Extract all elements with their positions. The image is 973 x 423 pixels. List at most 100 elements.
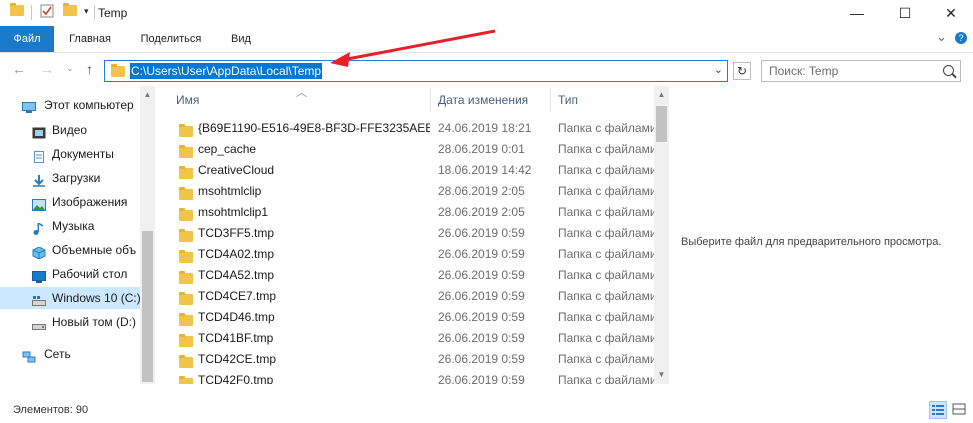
- nav-scrollbar-thumb[interactable]: [142, 231, 153, 382]
- file-name: TCD3FF5.tmp: [198, 226, 275, 240]
- chevron-down-icon[interactable]: ⌄: [714, 63, 723, 76]
- table-row[interactable]: cep_cache 28.06.2019 0:01 Папка с файлами: [176, 139, 654, 160]
- nav-item-this-pc[interactable]: Этот компьютер: [0, 94, 140, 116]
- tab-share[interactable]: Поделиться: [130, 26, 212, 52]
- column-header-name[interactable]: Имя: [176, 86, 199, 114]
- details-view-button[interactable]: [929, 401, 947, 419]
- file-type: Папка с файлами: [558, 268, 654, 282]
- scroll-up-icon[interactable]: ▲: [140, 90, 155, 99]
- pictures-icon: [32, 196, 46, 211]
- new-folder-icon[interactable]: [63, 3, 77, 19]
- table-row[interactable]: TCD3FF5.tmp 26.06.2019 0:59 Папка с файлам…: [176, 223, 654, 244]
- file-name: TCD42CE.tmp: [198, 352, 277, 366]
- file-name: TCD4D46.tmp: [198, 310, 275, 324]
- nav-item-network[interactable]: Сеть: [0, 343, 140, 365]
- search-placeholder: Поиск: Temp: [769, 64, 839, 78]
- file-type: Папка с файлами: [558, 331, 654, 345]
- refresh-button[interactable]: ↻: [733, 62, 751, 80]
- file-date: 26.06.2019 0:59: [438, 310, 525, 324]
- table-row[interactable]: TCD4A52.tmp 26.06.2019 0:59 Папка с файлам…: [176, 265, 654, 286]
- file-list-scrollbar-thumb[interactable]: [656, 106, 667, 142]
- documents-icon: [32, 148, 46, 163]
- recent-locations-icon[interactable]: ⌄: [66, 63, 74, 74]
- tab-home[interactable]: Главная: [60, 26, 120, 52]
- back-icon[interactable]: ←: [12, 61, 26, 77]
- expand-ribbon-icon[interactable]: ⌄: [936, 29, 947, 45]
- help-icon[interactable]: ?: [955, 32, 967, 44]
- table-row[interactable]: TCD42CE.tmp 26.06.2019 0:59 Папка с файлам…: [176, 349, 654, 370]
- nav-item-desktop[interactable]: Рабочий стол: [0, 263, 140, 285]
- file-type: Папка с файлами: [558, 247, 654, 261]
- music-icon: [32, 220, 46, 235]
- file-date: 28.06.2019 0:01: [438, 142, 525, 156]
- status-bar: Элементов: 90: [0, 397, 973, 423]
- file-name: TCD4A52.tmp: [198, 268, 275, 282]
- table-row[interactable]: TCD4A02.tmp 26.06.2019 0:59 Папка с файлам…: [176, 244, 654, 265]
- table-row[interactable]: TCD42F0.tmp 26.06.2019 0:59 Папка с файлам…: [176, 370, 654, 384]
- large-icons-view-icon: [952, 403, 966, 415]
- column-header-type[interactable]: Тип: [558, 86, 578, 114]
- file-date: 28.06.2019 2:05: [438, 205, 525, 219]
- column-header-date[interactable]: Дата изменения: [438, 86, 528, 114]
- table-row[interactable]: msohtmlclip1 28.06.2019 2:05 Папка с файла…: [176, 202, 654, 223]
- window-title: Temp: [98, 6, 128, 20]
- address-bar[interactable]: C:\Users\User\AppData\Local\Temp ⌄: [104, 60, 728, 82]
- large-icons-view-button[interactable]: [951, 401, 969, 419]
- scroll-down-icon[interactable]: ▼: [654, 370, 669, 379]
- file-type: Папка с файлами: [558, 184, 654, 198]
- minimize-button[interactable]: —: [834, 0, 880, 26]
- sort-ascending-icon: ︿: [296, 87, 307, 99]
- file-date: 26.06.2019 0:59: [438, 352, 525, 366]
- folder-icon: [179, 375, 193, 384]
- nav-item-downloads[interactable]: Загрузки: [0, 167, 140, 189]
- nav-item-drive-c[interactable]: Windows 10 (C:): [0, 287, 140, 309]
- file-date: 26.06.2019 0:59: [438, 226, 525, 240]
- file-date: 26.06.2019 0:59: [438, 331, 525, 345]
- search-input[interactable]: Поиск: Temp: [761, 60, 961, 82]
- nav-item-video[interactable]: Видео: [0, 119, 140, 141]
- downloads-icon: [32, 172, 46, 187]
- table-row[interactable]: TCD4D46.tmp 26.06.2019 0:59 Папка с файлам…: [176, 307, 654, 328]
- up-icon[interactable]: ↑: [86, 61, 93, 77]
- customize-toolbar-icon[interactable]: ▾: [84, 6, 89, 17]
- file-name: TCD4CE7.tmp: [198, 289, 277, 303]
- tab-file[interactable]: Файл: [0, 26, 54, 52]
- file-date: 24.06.2019 18:21: [438, 121, 532, 135]
- nav-scrollbar[interactable]: ▲: [140, 86, 155, 384]
- nav-item-music[interactable]: Музыка: [0, 215, 140, 237]
- file-name: cep_cache: [198, 142, 257, 156]
- file-type: Папка с файлами: [558, 142, 654, 156]
- file-type: Папка с файлами: [558, 226, 654, 240]
- table-row[interactable]: CreativeCloud 18.06.2019 14:42 Папка с фай…: [176, 160, 654, 181]
- table-row[interactable]: {B69E1190-E516-49E8-BF3D-FFE3235AEB7... 2…: [176, 118, 654, 139]
- title-bar: ▾ Temp — ☐ ✕: [0, 0, 973, 26]
- maximize-button[interactable]: ☐: [882, 0, 928, 26]
- navigation-pane: Этот компьютер Видео Документы Загрузки …: [0, 86, 156, 384]
- close-button[interactable]: ✕: [928, 0, 973, 26]
- table-row[interactable]: TCD4CE7.tmp 26.06.2019 0:59 Папка с файлам…: [176, 286, 654, 307]
- file-name: TCD4A02.tmp: [198, 247, 275, 261]
- properties-icon[interactable]: [40, 4, 54, 21]
- file-name: msohtmlclip: [198, 184, 262, 198]
- column-divider[interactable]: [550, 88, 551, 112]
- file-date: 26.06.2019 0:59: [438, 373, 525, 384]
- drive-icon: [32, 316, 46, 330]
- drive-icon: [32, 292, 46, 306]
- items-count: Элементов: 90: [13, 404, 89, 416]
- nav-item-documents[interactable]: Документы: [0, 143, 140, 165]
- forward-icon[interactable]: →: [40, 61, 54, 77]
- nav-item-3d-objects[interactable]: Объемные объ: [0, 239, 140, 261]
- file-type: Папка с файлами: [558, 163, 654, 177]
- nav-item-drive-d[interactable]: Новый том (D:): [0, 311, 140, 333]
- table-row[interactable]: TCD41BF.tmp 26.06.2019 0:59 Папка с файлам…: [176, 328, 654, 349]
- table-row[interactable]: msohtmlclip 28.06.2019 2:05 Папка с файлам…: [176, 181, 654, 202]
- nav-item-pictures[interactable]: Изображения: [0, 191, 140, 213]
- address-path[interactable]: C:\Users\User\AppData\Local\Temp: [130, 63, 323, 79]
- tab-view[interactable]: Вид: [220, 26, 262, 52]
- divider: [94, 5, 95, 20]
- scroll-up-icon[interactable]: ▲: [654, 90, 669, 99]
- network-icon: [22, 348, 36, 363]
- column-divider[interactable]: [430, 88, 431, 112]
- file-type: Папка с файлами: [558, 289, 654, 303]
- file-list-scrollbar[interactable]: ▲ ▼: [654, 86, 669, 384]
